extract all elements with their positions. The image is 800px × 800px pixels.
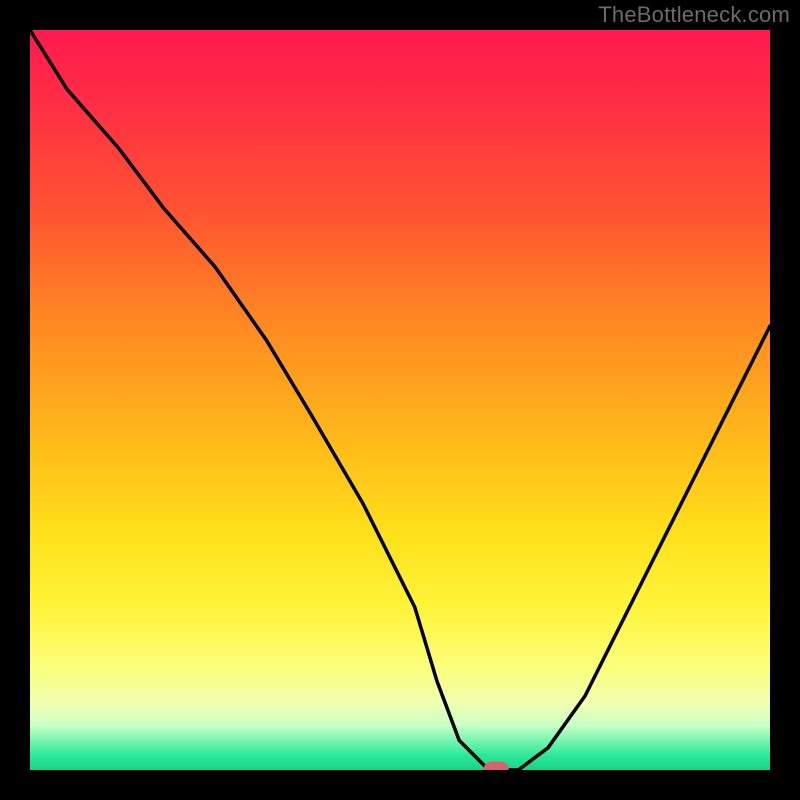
curve-marker: [484, 762, 508, 770]
watermark-text: TheBottleneck.com: [598, 2, 790, 28]
plot-area: [30, 30, 770, 770]
bottleneck-curve: [30, 30, 770, 770]
chart-svg: [30, 30, 770, 770]
chart-container: TheBottleneck.com: [0, 0, 800, 800]
